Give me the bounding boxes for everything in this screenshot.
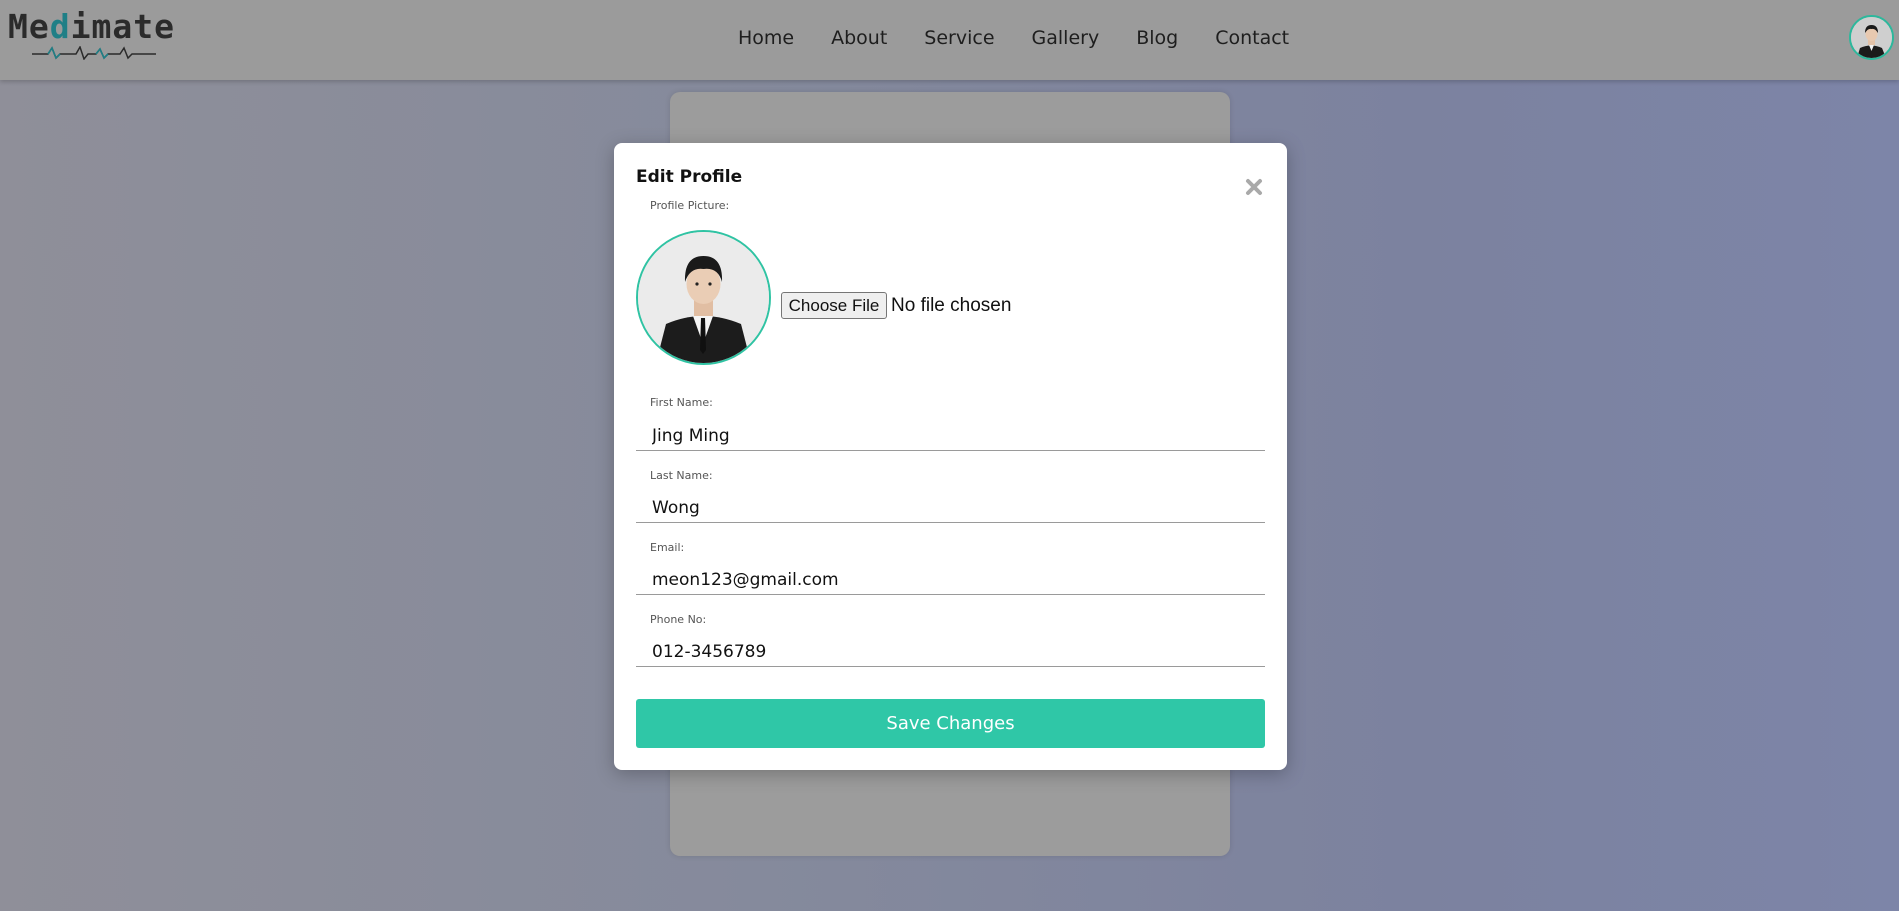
edit-profile-modal: Edit Profile Profile Picture: Choose Fil… <box>614 143 1287 770</box>
close-icon[interactable] <box>1243 176 1265 198</box>
file-status-text: No file chosen <box>891 295 1012 316</box>
medimate-logo[interactable]: Medimate <box>8 8 174 64</box>
phone-label: Phone No: <box>650 613 707 626</box>
nav-contact[interactable]: Contact <box>1215 24 1289 52</box>
save-changes-button[interactable]: Save Changes <box>636 699 1265 748</box>
email-input[interactable] <box>636 565 1265 595</box>
user-avatar[interactable] <box>1849 15 1894 60</box>
nav-gallery[interactable]: Gallery <box>1032 24 1100 52</box>
choose-file-button[interactable]: Choose File <box>781 292 887 319</box>
profile-picture-label: Profile Picture: <box>650 199 730 212</box>
last-name-label: Last Name: <box>650 469 713 482</box>
first-name-label: First Name: <box>650 396 713 409</box>
navbar: Medimate Home About Service Gallery Blog… <box>0 0 1899 80</box>
heartbeat-line-icon <box>32 46 156 60</box>
modal-title: Edit Profile <box>636 167 743 187</box>
logo-text: Medimate <box>8 7 175 46</box>
email-label: Email: <box>650 541 685 554</box>
nav-blog[interactable]: Blog <box>1136 24 1178 52</box>
profile-picture-preview <box>636 230 771 365</box>
nav-about[interactable]: About <box>831 24 887 52</box>
profile-photo <box>638 232 769 363</box>
main-nav: Home About Service Gallery Blog Contact <box>738 24 1289 52</box>
avatar-image <box>1851 17 1892 58</box>
last-name-input[interactable] <box>636 493 1265 523</box>
first-name-input[interactable] <box>636 421 1265 451</box>
nav-service[interactable]: Service <box>924 24 994 52</box>
phone-input[interactable] <box>636 637 1265 667</box>
nav-home[interactable]: Home <box>738 24 794 52</box>
